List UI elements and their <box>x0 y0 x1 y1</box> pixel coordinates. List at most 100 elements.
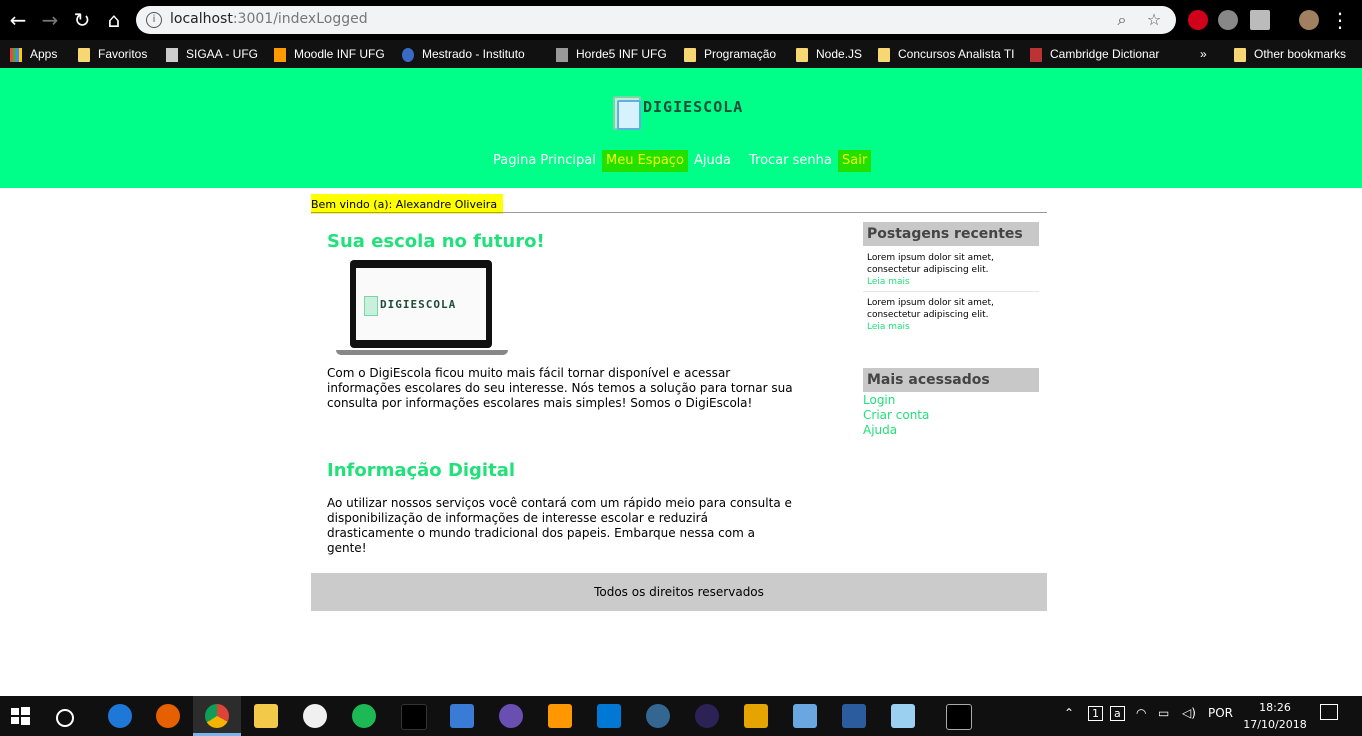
laptop-base <box>336 350 508 355</box>
notification-icon[interactable] <box>1320 704 1338 720</box>
app-icon[interactable] <box>499 704 523 728</box>
section-text-digital: Ao utilizar nossos serviços você contará… <box>327 496 792 555</box>
welcome-text: Bem vindo (a): Alexandre Oliveira <box>311 194 504 214</box>
virtualbox-icon[interactable] <box>793 704 817 728</box>
browser-toolbar: ← → ↻ ⌂ i localhost:3001/indexLogged ⌕ ☆… <box>0 0 1362 40</box>
divider <box>863 291 1039 292</box>
taskbar: ⌃ 1 a ◠ ▭ ◁) POR 18:26 17/10/2018 <box>0 696 1362 736</box>
bookmark-cambridge[interactable]: Cambridge Dictionar <box>1030 44 1170 64</box>
site-logo[interactable]: DIGIESCOLA <box>613 96 753 132</box>
site-header: DIGIESCOLA Pagina Principal Meu Espaço A… <box>0 68 1362 188</box>
language-indicator[interactable]: POR <box>1208 706 1233 720</box>
eclipse-icon[interactable] <box>695 704 719 728</box>
windows-start-icon[interactable] <box>8 704 32 728</box>
divider <box>311 212 1047 213</box>
site-info-icon[interactable]: i <box>146 12 162 28</box>
post-text: Lorem ipsum dolor sit amet, consectetur … <box>867 298 994 320</box>
itunes-icon[interactable] <box>303 704 327 728</box>
volume-icon[interactable]: ◁) <box>1182 706 1196 720</box>
logo-icon <box>364 296 378 316</box>
bookmark-moodle[interactable]: Moodle INF UFG <box>274 44 385 64</box>
edge-icon[interactable] <box>108 704 132 728</box>
forward-arrow-icon[interactable]: → <box>38 8 62 32</box>
bookmark-horde[interactable]: Horde5 INF UFG <box>556 44 667 64</box>
firefox-icon[interactable] <box>156 704 180 728</box>
folder-icon <box>78 47 90 62</box>
link-login[interactable]: Login <box>863 393 895 408</box>
sublime-icon[interactable] <box>548 704 572 728</box>
nav-ajuda[interactable]: Ajuda <box>694 150 731 172</box>
site-footer: Todos os direitos reservados <box>311 573 1047 611</box>
moodle-icon <box>274 47 286 62</box>
back-arrow-icon[interactable]: ← <box>6 8 30 32</box>
vscode-icon[interactable] <box>597 704 621 728</box>
home-icon[interactable]: ⌂ <box>102 8 126 32</box>
bookmark-programacao[interactable]: Programação <box>684 44 776 64</box>
bookmark-concursos[interactable]: Concursos Analista TI <box>878 44 1015 64</box>
tray-app-icon[interactable]: 1 <box>1088 706 1103 721</box>
bookmark-favoritos[interactable]: Favoritos <box>78 44 147 64</box>
bookmark-mestrado[interactable]: Mestrado - Instituto <box>402 44 542 64</box>
tray-app-icon[interactable]: a <box>1110 706 1125 721</box>
laptop-logo-text: DIGIESCOLA <box>380 298 457 311</box>
extension-icon[interactable] <box>1218 10 1238 30</box>
laptop-display: DIGIESCOLA <box>356 268 486 340</box>
database-tool-icon[interactable] <box>744 704 768 728</box>
store-icon[interactable] <box>450 704 474 728</box>
more-bookmarks-chevron[interactable]: » <box>1200 44 1207 64</box>
app-icon[interactable] <box>891 704 915 728</box>
zoom-icon[interactable]: ⌕ <box>1112 10 1132 30</box>
nav-meu-espaco[interactable]: Meu Espaço <box>602 150 688 172</box>
laptop-image: DIGIESCOLA <box>336 258 508 358</box>
postgres-icon[interactable] <box>646 704 670 728</box>
nav-trocar-senha[interactable]: Trocar senha <box>749 150 832 172</box>
spotify-icon[interactable] <box>352 704 376 728</box>
section-text-future: Com o DigiEscola ficou muito mais fácil … <box>327 366 793 410</box>
bookmark-nodejs[interactable]: Node.JS <box>796 44 862 64</box>
cambridge-icon <box>1030 47 1042 62</box>
reload-icon[interactable]: ↻ <box>70 8 94 32</box>
folder-icon <box>1234 47 1246 62</box>
terminal-icon[interactable] <box>946 704 972 730</box>
address-bar[interactable]: i localhost:3001/indexLogged ⌕ ☆ <box>136 6 1176 34</box>
nav-sair[interactable]: Sair <box>838 150 872 172</box>
folder-icon <box>684 47 696 62</box>
bookmark-sigaa[interactable]: SIGAA - UFG <box>166 44 258 64</box>
bookmark-apps[interactable]: Apps <box>10 44 57 64</box>
clock[interactable]: 18:26 17/10/2018 <box>1240 699 1310 733</box>
folder-icon <box>878 47 890 62</box>
recent-posts-title: Postagens recentes <box>863 222 1039 246</box>
battery-icon[interactable]: ▭ <box>1158 706 1169 720</box>
read-more-link[interactable]: Leia mais <box>867 276 1039 288</box>
tray-chevron-icon[interactable]: ⌃ <box>1064 706 1074 720</box>
profile-avatar[interactable] <box>1299 10 1319 30</box>
link-criar-conta[interactable]: Criar conta <box>863 408 929 423</box>
recent-post: Lorem ipsum dolor sit amet, consectetur … <box>867 252 1039 288</box>
apps-grid-icon <box>10 47 22 62</box>
folder-icon <box>796 47 808 62</box>
file-explorer-icon[interactable] <box>254 704 278 728</box>
read-more-link[interactable]: Leia mais <box>867 321 1039 333</box>
url-text[interactable]: localhost:3001/indexLogged <box>170 11 368 27</box>
section-title-digital: Informação Digital <box>327 460 516 481</box>
network-tool-icon[interactable] <box>842 704 866 728</box>
menu-kebab-icon[interactable]: ⋮ <box>1328 8 1352 32</box>
bookmarks-bar: Apps Favoritos SIGAA - UFG Moodle INF UF… <box>0 40 1362 68</box>
globe-icon <box>402 47 414 62</box>
clock-time: 18:26 <box>1259 701 1291 714</box>
section-title-future: Sua escola no futuro! <box>327 231 545 252</box>
extension-icon[interactable] <box>1188 10 1208 30</box>
extension-gear-icon[interactable] <box>1250 10 1270 30</box>
logo-text: DIGIESCOLA <box>643 98 744 116</box>
most-accessed-title: Mais acessados <box>863 368 1039 392</box>
laptop-screen: DIGIESCOLA <box>350 260 492 348</box>
wifi-icon[interactable]: ◠ <box>1136 706 1146 720</box>
recent-post: Lorem ipsum dolor sit amet, consectetur … <box>867 297 1039 333</box>
search-circle-icon[interactable] <box>56 709 74 727</box>
netflix-icon[interactable] <box>401 704 427 730</box>
link-ajuda[interactable]: Ajuda <box>863 423 897 438</box>
bookmark-other[interactable]: Other bookmarks <box>1234 44 1346 64</box>
chrome-icon[interactable] <box>205 704 229 728</box>
nav-pagina-principal[interactable]: Pagina Principal <box>493 150 596 172</box>
bookmark-star-icon[interactable]: ☆ <box>1144 10 1164 30</box>
